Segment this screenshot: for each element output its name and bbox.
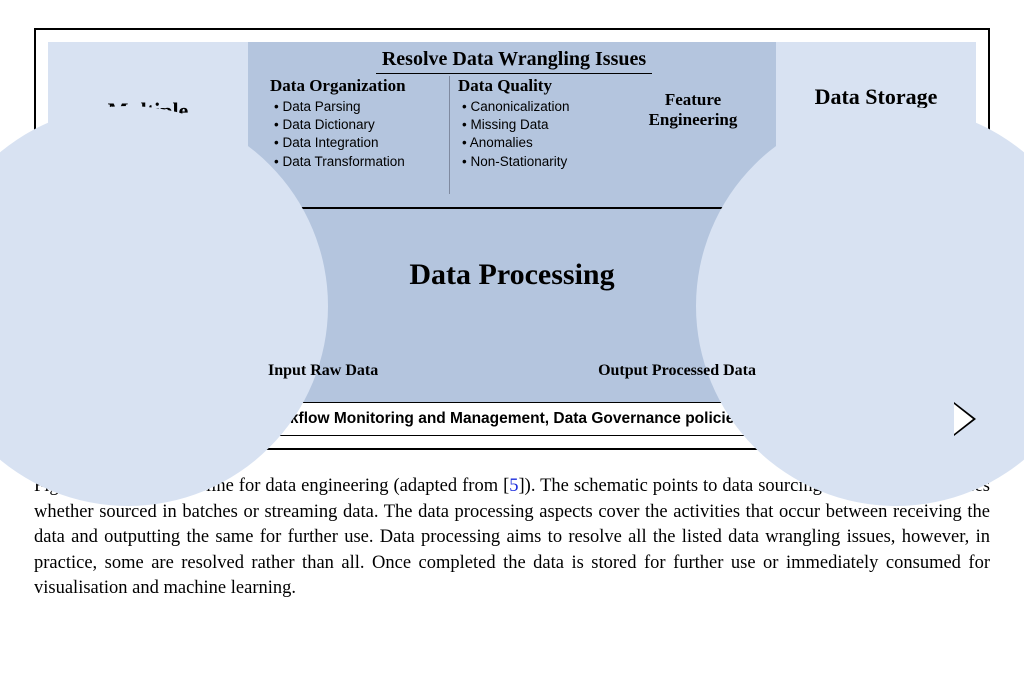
input-raw-label: Input Raw Data — [268, 362, 378, 380]
list-item: Data Transformation — [274, 153, 441, 171]
arrow-head-icon — [954, 402, 976, 436]
list-item: Canonicalization — [462, 98, 612, 116]
org-heading: Data Organization — [270, 76, 441, 96]
list-item: Non-Stationarity — [462, 153, 612, 171]
col-data-organization: Data Organization Data Parsing Data Dict… — [262, 76, 450, 194]
wrangling-heading: Resolve Data Wrangling Issues — [262, 48, 766, 74]
list-item: Data Dictionary — [274, 116, 441, 134]
data-processing-title: Data Processing — [248, 258, 776, 292]
bottom-row: Batches Streams Data Processing Input Ra — [48, 209, 976, 402]
list-item: Missing Data — [462, 116, 612, 134]
citation-link[interactable]: 5 — [509, 476, 518, 496]
output-processed-label: Output Processed Data — [598, 362, 756, 380]
list-item: Data Integration — [274, 134, 441, 152]
figure-frame: Multiple Data Sources Resolve Data Wrang… — [34, 28, 990, 450]
feat-line1: Feature — [649, 90, 738, 110]
pipeline-diagram: Multiple Data Sources Resolve Data Wrang… — [48, 42, 976, 436]
qual-heading: Data Quality — [458, 76, 612, 96]
org-list: Data Parsing Data Dictionary Data Integr… — [270, 98, 441, 171]
list-item: Anomalies — [462, 134, 612, 152]
list-item: Data Parsing — [274, 98, 441, 116]
qual-list: Canonicalization Missing Data Anomalies … — [458, 98, 612, 171]
box-data-processing: Data Processing Input Raw Data Output Pr… — [248, 209, 776, 402]
col-data-quality: Data Quality Canonicalization Missing Da… — [450, 76, 620, 194]
box-resolve-wrangling: Resolve Data Wrangling Issues Data Organ… — [248, 42, 776, 207]
feat-line2: Engineering — [649, 110, 738, 130]
